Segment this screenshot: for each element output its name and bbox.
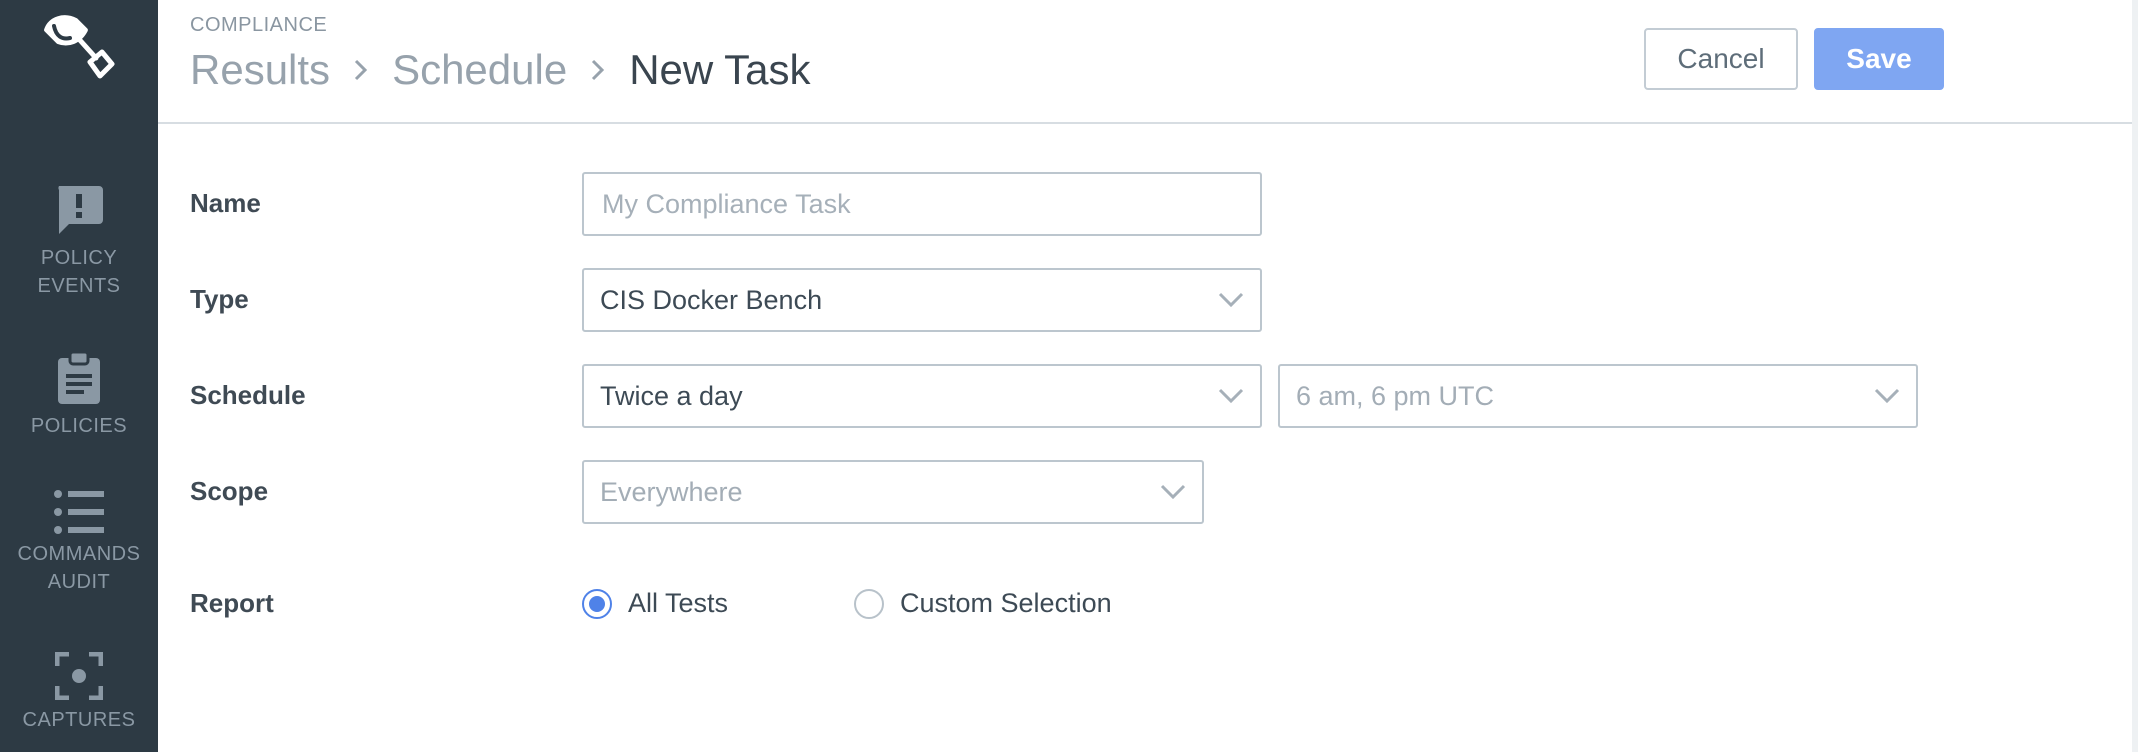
radio-label: All Tests: [628, 588, 729, 618]
list-icon: [54, 490, 104, 534]
radio-label: Custom Selection: [900, 588, 1112, 618]
chevron-down-icon: [1218, 388, 1244, 404]
schedule-frequency-select[interactable]: Twice a day: [582, 364, 1262, 428]
name-label: Name: [190, 188, 261, 218]
alert-message-icon: [58, 186, 103, 234]
chevron-down-icon: [1218, 292, 1244, 308]
type-select-value: CIS Docker Bench: [600, 284, 823, 315]
name-input[interactable]: [600, 187, 1244, 221]
page-title: New Task: [629, 46, 811, 93]
sidebar: POLICY EVENTS POLICIES COMMANDS AUDIT CA…: [0, 0, 158, 752]
radio-custom-selection[interactable]: Custom Selection: [854, 588, 1112, 619]
shovel-logo-icon[interactable]: [36, 12, 120, 88]
chevron-down-icon: [1160, 484, 1186, 500]
radio-unselected[interactable]: [854, 588, 884, 619]
chevron-right-icon: [354, 59, 368, 81]
sidebar-item-captures[interactable]: CAPTURES: [0, 652, 158, 734]
radio-all-tests[interactable]: All Tests: [582, 588, 728, 619]
breadcrumb-schedule[interactable]: Schedule: [392, 46, 567, 94]
schedule-frequency-value: Twice a day: [600, 380, 743, 411]
sidebar-item-policy-events[interactable]: POLICY EVENTS: [0, 184, 158, 300]
capture-icon: [55, 652, 103, 700]
radio-selected[interactable]: [582, 588, 612, 619]
sidebar-item-label: AUDIT: [47, 571, 111, 593]
name-field[interactable]: [582, 172, 1262, 236]
chevron-down-icon: [1874, 388, 1900, 404]
scope-label: Scope: [190, 476, 269, 506]
sidebar-item-label: CAPTURES: [22, 709, 136, 731]
report-label: Report: [190, 588, 274, 618]
sidebar-item-policies[interactable]: POLICIES: [0, 350, 158, 440]
type-select[interactable]: CIS Docker Bench: [582, 268, 1262, 332]
breadcrumb: Results Schedule New Task: [190, 46, 811, 94]
sidebar-item-label: COMMANDS: [17, 543, 141, 565]
section-label: COMPLIANCE: [190, 14, 328, 36]
sidebar-item-label: POLICIES: [30, 415, 128, 437]
schedule-time-value: 6 am, 6 pm UTC: [1296, 380, 1495, 411]
schedule-label: Schedule: [190, 380, 306, 410]
type-label: Type: [190, 284, 249, 314]
sidebar-item-label: POLICY: [40, 247, 118, 269]
scope-select[interactable]: Everywhere: [582, 460, 1204, 524]
cancel-button[interactable]: Cancel: [1644, 28, 1798, 90]
save-button[interactable]: Save: [1814, 28, 1944, 90]
clipboard-icon: [58, 350, 100, 404]
sidebar-item-commands-audit[interactable]: COMMANDS AUDIT: [0, 490, 158, 596]
schedule-time-select[interactable]: 6 am, 6 pm UTC: [1278, 364, 1918, 428]
sidebar-item-label: EVENTS: [37, 275, 121, 297]
chevron-right-icon: [591, 59, 605, 81]
breadcrumb-results[interactable]: Results: [190, 46, 330, 94]
scope-select-value: Everywhere: [600, 476, 743, 507]
scrollbar[interactable]: [2132, 0, 2138, 752]
